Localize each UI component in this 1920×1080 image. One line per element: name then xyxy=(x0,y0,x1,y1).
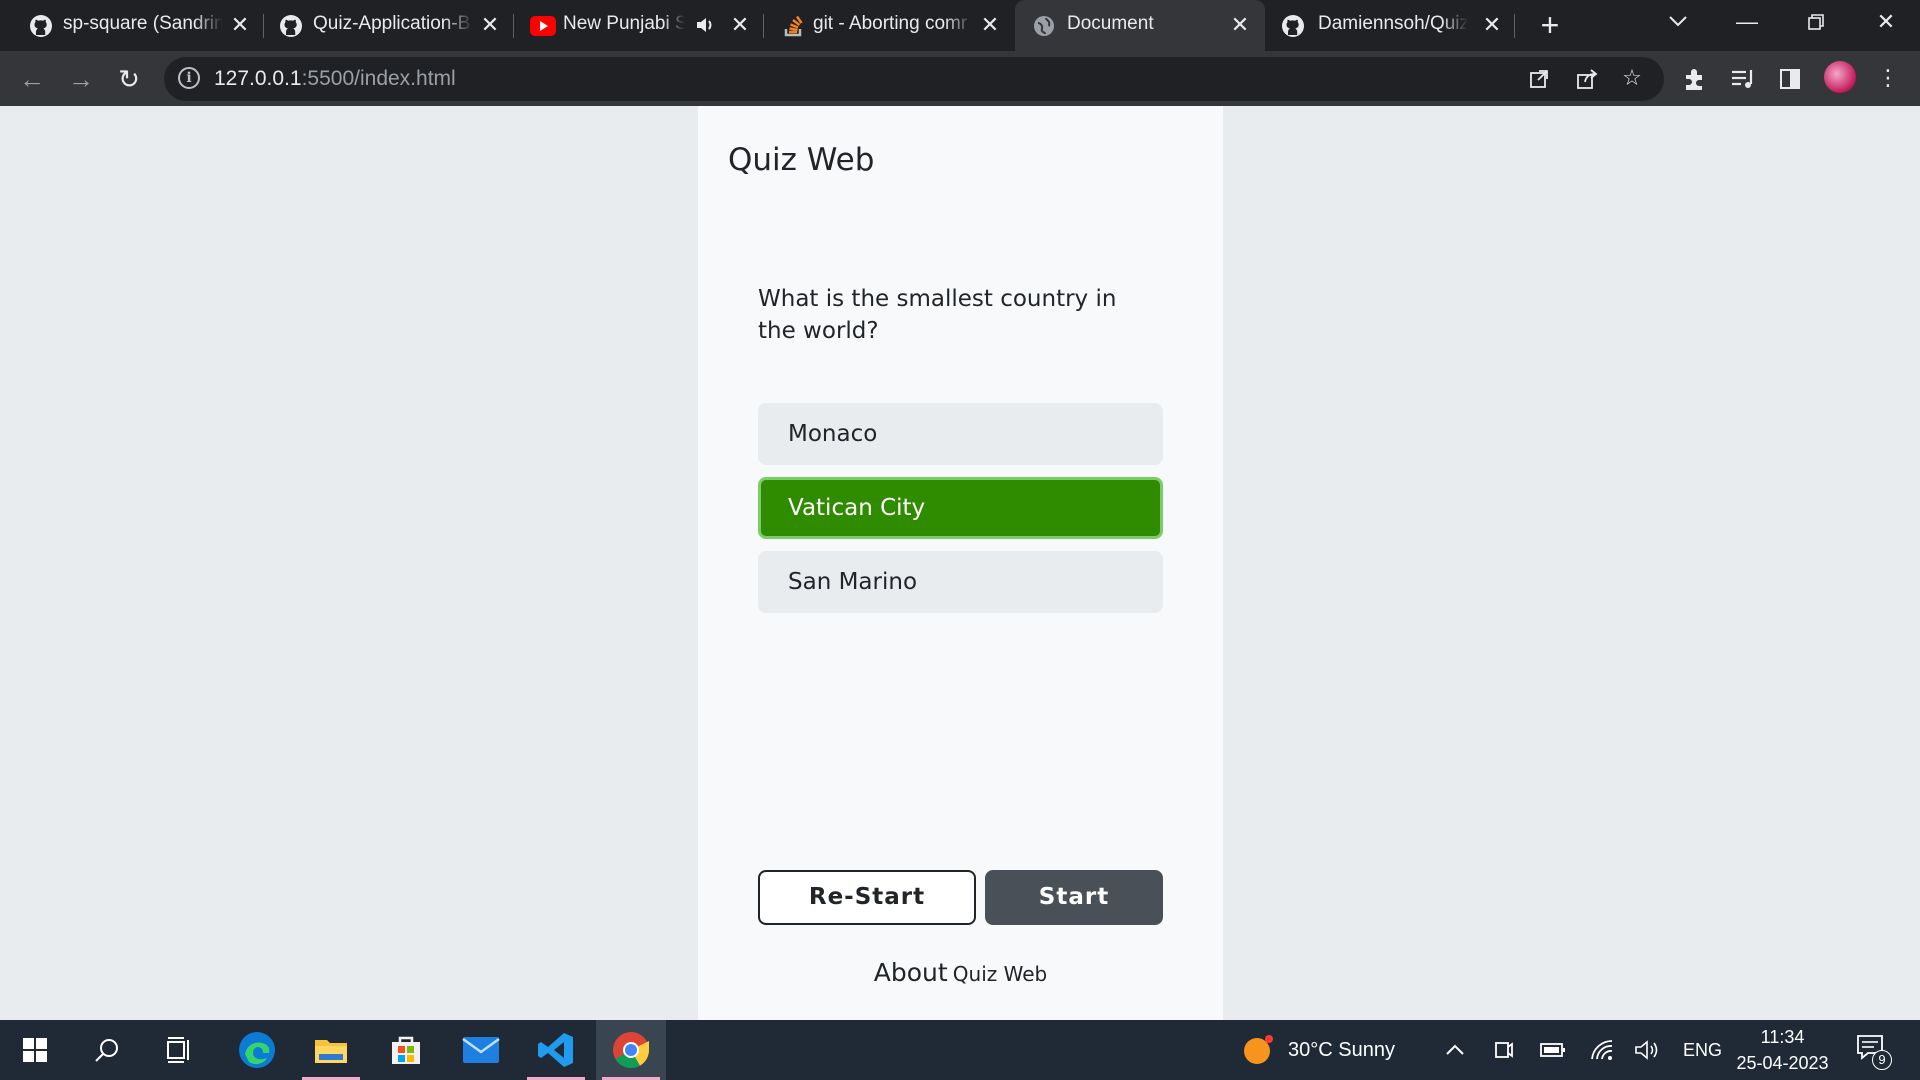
side-panel-icon[interactable] xyxy=(1779,68,1801,90)
close-tab-icon[interactable]: ✕ xyxy=(1480,11,1504,39)
close-tab-icon[interactable]: ✕ xyxy=(478,11,502,39)
about-brand: Quiz Web xyxy=(952,962,1048,986)
restore-window-icon[interactable] xyxy=(1807,13,1825,31)
tab-title: sp-square (Sandrine xyxy=(63,13,223,34)
tab-title: git - Aborting comr xyxy=(813,13,968,34)
close-window-icon[interactable]: ✕ xyxy=(1861,0,1911,44)
globe-icon xyxy=(1034,16,1054,36)
url-host: 127.0.0.1 xyxy=(214,67,302,90)
bookmark-star-icon[interactable]: ☆ xyxy=(1615,61,1649,95)
weather-sun-icon[interactable] xyxy=(1242,1034,1274,1066)
microsoft-store-icon[interactable] xyxy=(371,1020,441,1080)
tab-strip: sp-square (Sandrine ✕ Quiz-Application-B… xyxy=(0,0,1920,51)
notification-center-icon[interactable]: 9 xyxy=(1856,1034,1892,1070)
clock[interactable]: 11:34 25-04-2023 xyxy=(1730,1024,1835,1076)
browser-tab[interactable]: Quiz-Application-B ✕ xyxy=(250,0,506,51)
language-indicator[interactable]: ENG xyxy=(1683,1020,1722,1080)
meet-now-icon[interactable] xyxy=(1494,1038,1514,1062)
task-view-icon[interactable] xyxy=(145,1020,215,1080)
battery-icon[interactable] xyxy=(1540,1042,1566,1058)
speaker-icon[interactable] xyxy=(696,17,714,33)
back-arrow-icon[interactable]: ← xyxy=(14,61,50,97)
close-tab-icon[interactable]: ✕ xyxy=(228,11,252,39)
media-queue-icon[interactable] xyxy=(1730,68,1756,90)
close-tab-icon[interactable]: ✕ xyxy=(728,11,752,39)
start-button[interactable]: Start xyxy=(985,870,1163,925)
tab-title: New Punjabi So xyxy=(563,13,685,34)
forward-arrow-icon[interactable]: → xyxy=(63,61,99,97)
show-hidden-icons-chevron-icon[interactable] xyxy=(1445,1044,1465,1056)
tab-separator xyxy=(1514,14,1515,38)
reload-icon[interactable]: ↻ xyxy=(111,61,147,97)
browser-toolbar: ← → ↻ i 127.0.0.1:5500/index.html ☆ ⋮ xyxy=(0,51,1920,106)
quiz-card: Quiz Web What is the smallest country in… xyxy=(698,106,1223,1020)
edge-icon[interactable] xyxy=(222,1020,292,1080)
stackoverflow-icon xyxy=(784,15,803,37)
about-link[interactable]: About Quiz Web xyxy=(698,958,1223,987)
url-text[interactable]: 127.0.0.1:5500/index.html xyxy=(214,67,456,91)
tab-title: Quiz-Application-B xyxy=(313,13,471,34)
close-tab-icon[interactable]: ✕ xyxy=(978,11,1002,39)
clock-date: 25-04-2023 xyxy=(1736,1053,1829,1073)
browser-menu-icon[interactable]: ⋮ xyxy=(1871,61,1905,95)
github-icon xyxy=(1282,15,1304,37)
search-icon[interactable] xyxy=(72,1020,142,1080)
page-viewport: Quiz Web What is the smallest country in… xyxy=(0,106,1920,1020)
windows-taskbar: 30°C Sunny ENG 11:34 25-04-2023 9 xyxy=(0,1020,1920,1080)
minimize-icon[interactable]: — xyxy=(1722,0,1772,44)
vscode-icon[interactable] xyxy=(521,1020,591,1080)
browser-tab[interactable]: New Punjabi So ✕ xyxy=(500,0,756,51)
github-icon xyxy=(280,15,302,37)
weather-text[interactable]: 30°C Sunny xyxy=(1288,1020,1395,1080)
close-tab-icon[interactable]: ✕ xyxy=(1228,11,1252,39)
file-explorer-icon[interactable] xyxy=(296,1020,366,1080)
answer-option-correct[interactable]: Vatican City xyxy=(758,477,1163,539)
new-tab-plus-icon[interactable]: + xyxy=(1536,9,1564,41)
tab-search-chevron-icon[interactable] xyxy=(1667,14,1689,28)
address-bar[interactable]: i 127.0.0.1:5500/index.html ☆ xyxy=(164,57,1664,101)
notification-count-badge: 9 xyxy=(1872,1050,1892,1070)
browser-tab[interactable]: git - Aborting comr ✕ xyxy=(750,0,1006,51)
answer-option[interactable]: Monaco xyxy=(758,403,1163,465)
browser-tab[interactable]: Damiennsoh/Quiz- ✕ xyxy=(1253,0,1509,51)
brand-title: Quiz Web xyxy=(728,142,875,178)
browser-tab-active[interactable]: Document ✕ xyxy=(1015,0,1265,51)
share-icon[interactable] xyxy=(1576,68,1598,90)
chrome-icon[interactable] xyxy=(596,1020,666,1080)
url-path: :5500/index.html xyxy=(301,67,456,90)
windows-start-icon[interactable] xyxy=(0,1020,70,1080)
about-prefix: About xyxy=(873,958,948,987)
question-text: What is the smallest country in the worl… xyxy=(758,286,1117,344)
restart-button[interactable]: Re-Start xyxy=(758,870,976,925)
tab-title: Document xyxy=(1067,13,1154,34)
clock-time: 11:34 xyxy=(1760,1027,1805,1047)
youtube-icon xyxy=(530,16,556,36)
answer-option[interactable]: San Marino xyxy=(758,551,1163,613)
volume-icon[interactable] xyxy=(1634,1039,1660,1061)
browser-tab[interactable]: sp-square (Sandrine ✕ xyxy=(0,0,256,51)
extensions-puzzle-icon[interactable] xyxy=(1682,66,1708,92)
open-in-app-icon[interactable] xyxy=(1529,69,1549,89)
github-icon xyxy=(30,15,52,37)
wifi-icon[interactable] xyxy=(1590,1039,1614,1061)
site-info-icon[interactable]: i xyxy=(178,67,200,89)
mail-icon[interactable] xyxy=(446,1020,516,1080)
tab-title: Damiennsoh/Quiz- xyxy=(1318,13,1468,34)
profile-avatar[interactable] xyxy=(1824,61,1856,93)
